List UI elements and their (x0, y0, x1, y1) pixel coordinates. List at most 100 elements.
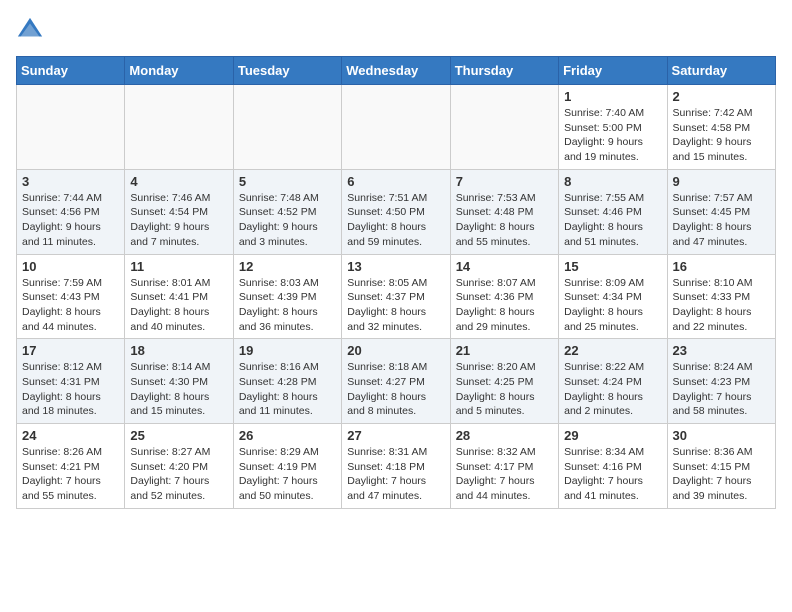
day-info: Sunrise: 8:05 AM Sunset: 4:37 PM Dayligh… (347, 276, 444, 335)
day-cell: 10 Sunrise: 7:59 AM Sunset: 4:43 PM Dayli… (17, 254, 125, 339)
day-number: 7 (456, 174, 553, 189)
day-number: 15 (564, 259, 661, 274)
day-info: Sunrise: 8:32 AM Sunset: 4:17 PM Dayligh… (456, 445, 553, 504)
day-info: Sunrise: 8:14 AM Sunset: 4:30 PM Dayligh… (130, 360, 227, 419)
day-info: Sunrise: 8:12 AM Sunset: 4:31 PM Dayligh… (22, 360, 119, 419)
day-info: Sunrise: 8:26 AM Sunset: 4:21 PM Dayligh… (22, 445, 119, 504)
day-cell: 11Sunrise: 8:01 AM Sunset: 4:41 PM Dayli… (125, 254, 233, 339)
day-number: 23 (673, 343, 770, 358)
day-number: 24 (22, 428, 119, 443)
day-number: 18 (130, 343, 227, 358)
day-cell: 27 Sunrise: 8:31 AM Sunset: 4:18 PM Dayli… (342, 424, 450, 509)
day-cell: 24 Sunrise: 8:26 AM Sunset: 4:21 PM Dayli… (17, 424, 125, 509)
weekday-header-tuesday: Tuesday (233, 57, 341, 85)
weekday-header-wednesday: Wednesday (342, 57, 450, 85)
day-info: Sunrise: 8:18 AM Sunset: 4:27 PM Dayligh… (347, 360, 444, 419)
day-cell: 14Sunrise: 8:07 AM Sunset: 4:36 PM Dayli… (450, 254, 558, 339)
day-cell: 18 Sunrise: 8:14 AM Sunset: 4:30 PM Dayli… (125, 339, 233, 424)
day-cell: 20 Sunrise: 8:18 AM Sunset: 4:27 PM Dayli… (342, 339, 450, 424)
day-cell: 19 Sunrise: 8:16 AM Sunset: 4:28 PM Dayli… (233, 339, 341, 424)
day-cell: 22 Sunrise: 8:22 AM Sunset: 4:24 PM Dayli… (559, 339, 667, 424)
day-cell: 25 Sunrise: 8:27 AM Sunset: 4:20 PM Dayli… (125, 424, 233, 509)
day-info: Sunrise: 8:34 AM Sunset: 4:16 PM Dayligh… (564, 445, 661, 504)
week-row-5: 24 Sunrise: 8:26 AM Sunset: 4:21 PM Dayli… (17, 424, 776, 509)
weekday-header-friday: Friday (559, 57, 667, 85)
weekday-header-sunday: Sunday (17, 57, 125, 85)
day-cell: 2Sunrise: 7:42 AM Sunset: 4:58 PM Daylig… (667, 85, 775, 170)
day-number: 5 (239, 174, 336, 189)
day-number: 25 (130, 428, 227, 443)
day-info: Sunrise: 7:51 AM Sunset: 4:50 PM Dayligh… (347, 191, 444, 250)
day-number: 27 (347, 428, 444, 443)
day-info: Sunrise: 7:44 AM Sunset: 4:56 PM Dayligh… (22, 191, 119, 250)
day-info: Sunrise: 8:24 AM Sunset: 4:23 PM Dayligh… (673, 360, 770, 419)
week-row-4: 17 Sunrise: 8:12 AM Sunset: 4:31 PM Dayli… (17, 339, 776, 424)
day-info: Sunrise: 8:10 AM Sunset: 4:33 PM Dayligh… (673, 276, 770, 335)
day-cell: 1 Sunrise: 7:40 AM Sunset: 5:00 PM Daylig… (559, 85, 667, 170)
calendar: SundayMondayTuesdayWednesdayThursdayFrid… (16, 56, 776, 509)
day-info: Sunrise: 7:53 AM Sunset: 4:48 PM Dayligh… (456, 191, 553, 250)
day-number: 29 (564, 428, 661, 443)
day-cell: 21 Sunrise: 8:20 AM Sunset: 4:25 PM Dayli… (450, 339, 558, 424)
day-cell: 28 Sunrise: 8:32 AM Sunset: 4:17 PM Dayli… (450, 424, 558, 509)
day-cell: 16 Sunrise: 8:10 AM Sunset: 4:33 PM Dayli… (667, 254, 775, 339)
day-number: 20 (347, 343, 444, 358)
day-cell (17, 85, 125, 170)
day-cell (125, 85, 233, 170)
day-info: Sunrise: 8:36 AM Sunset: 4:15 PM Dayligh… (673, 445, 770, 504)
day-cell (342, 85, 450, 170)
logo-icon (16, 16, 44, 44)
day-number: 6 (347, 174, 444, 189)
week-row-3: 10 Sunrise: 7:59 AM Sunset: 4:43 PM Dayli… (17, 254, 776, 339)
day-number: 21 (456, 343, 553, 358)
day-cell: 17 Sunrise: 8:12 AM Sunset: 4:31 PM Dayli… (17, 339, 125, 424)
day-number: 10 (22, 259, 119, 274)
week-row-1: 1 Sunrise: 7:40 AM Sunset: 5:00 PM Daylig… (17, 85, 776, 170)
day-cell: 5Sunrise: 7:48 AM Sunset: 4:52 PM Daylig… (233, 169, 341, 254)
day-info: Sunrise: 7:40 AM Sunset: 5:00 PM Dayligh… (564, 106, 661, 165)
day-cell: 8Sunrise: 7:55 AM Sunset: 4:46 PM Daylig… (559, 169, 667, 254)
day-cell: 23 Sunrise: 8:24 AM Sunset: 4:23 PM Dayli… (667, 339, 775, 424)
day-cell: 3 Sunrise: 7:44 AM Sunset: 4:56 PM Daylig… (17, 169, 125, 254)
weekday-header-thursday: Thursday (450, 57, 558, 85)
day-number: 12 (239, 259, 336, 274)
day-info: Sunrise: 7:46 AM Sunset: 4:54 PM Dayligh… (130, 191, 227, 250)
day-number: 30 (673, 428, 770, 443)
day-info: Sunrise: 7:59 AM Sunset: 4:43 PM Dayligh… (22, 276, 119, 335)
day-cell: 30 Sunrise: 8:36 AM Sunset: 4:15 PM Dayli… (667, 424, 775, 509)
day-info: Sunrise: 8:22 AM Sunset: 4:24 PM Dayligh… (564, 360, 661, 419)
day-info: Sunrise: 8:01 AM Sunset: 4:41 PM Dayligh… (130, 276, 227, 335)
weekday-header-saturday: Saturday (667, 57, 775, 85)
day-number: 13 (347, 259, 444, 274)
day-info: Sunrise: 8:27 AM Sunset: 4:20 PM Dayligh… (130, 445, 227, 504)
day-number: 9 (673, 174, 770, 189)
day-cell (450, 85, 558, 170)
day-info: Sunrise: 8:29 AM Sunset: 4:19 PM Dayligh… (239, 445, 336, 504)
day-cell: 6 Sunrise: 7:51 AM Sunset: 4:50 PM Daylig… (342, 169, 450, 254)
day-number: 22 (564, 343, 661, 358)
day-info: Sunrise: 8:16 AM Sunset: 4:28 PM Dayligh… (239, 360, 336, 419)
day-cell: 9Sunrise: 7:57 AM Sunset: 4:45 PM Daylig… (667, 169, 775, 254)
day-number: 1 (564, 89, 661, 104)
week-row-2: 3 Sunrise: 7:44 AM Sunset: 4:56 PM Daylig… (17, 169, 776, 254)
day-cell: 12Sunrise: 8:03 AM Sunset: 4:39 PM Dayli… (233, 254, 341, 339)
day-info: Sunrise: 8:31 AM Sunset: 4:18 PM Dayligh… (347, 445, 444, 504)
day-info: Sunrise: 7:42 AM Sunset: 4:58 PM Dayligh… (673, 106, 770, 165)
day-info: Sunrise: 8:09 AM Sunset: 4:34 PM Dayligh… (564, 276, 661, 335)
day-number: 16 (673, 259, 770, 274)
day-number: 28 (456, 428, 553, 443)
day-cell: 15 Sunrise: 8:09 AM Sunset: 4:34 PM Dayli… (559, 254, 667, 339)
day-number: 17 (22, 343, 119, 358)
header (16, 16, 776, 44)
day-number: 19 (239, 343, 336, 358)
day-info: Sunrise: 8:07 AM Sunset: 4:36 PM Dayligh… (456, 276, 553, 335)
day-info: Sunrise: 8:20 AM Sunset: 4:25 PM Dayligh… (456, 360, 553, 419)
day-cell: 26Sunrise: 8:29 AM Sunset: 4:19 PM Dayli… (233, 424, 341, 509)
logo (16, 16, 48, 44)
day-number: 3 (22, 174, 119, 189)
day-cell (233, 85, 341, 170)
day-cell: 29 Sunrise: 8:34 AM Sunset: 4:16 PM Dayli… (559, 424, 667, 509)
day-cell: 4 Sunrise: 7:46 AM Sunset: 4:54 PM Daylig… (125, 169, 233, 254)
day-cell: 7 Sunrise: 7:53 AM Sunset: 4:48 PM Daylig… (450, 169, 558, 254)
day-number: 4 (130, 174, 227, 189)
